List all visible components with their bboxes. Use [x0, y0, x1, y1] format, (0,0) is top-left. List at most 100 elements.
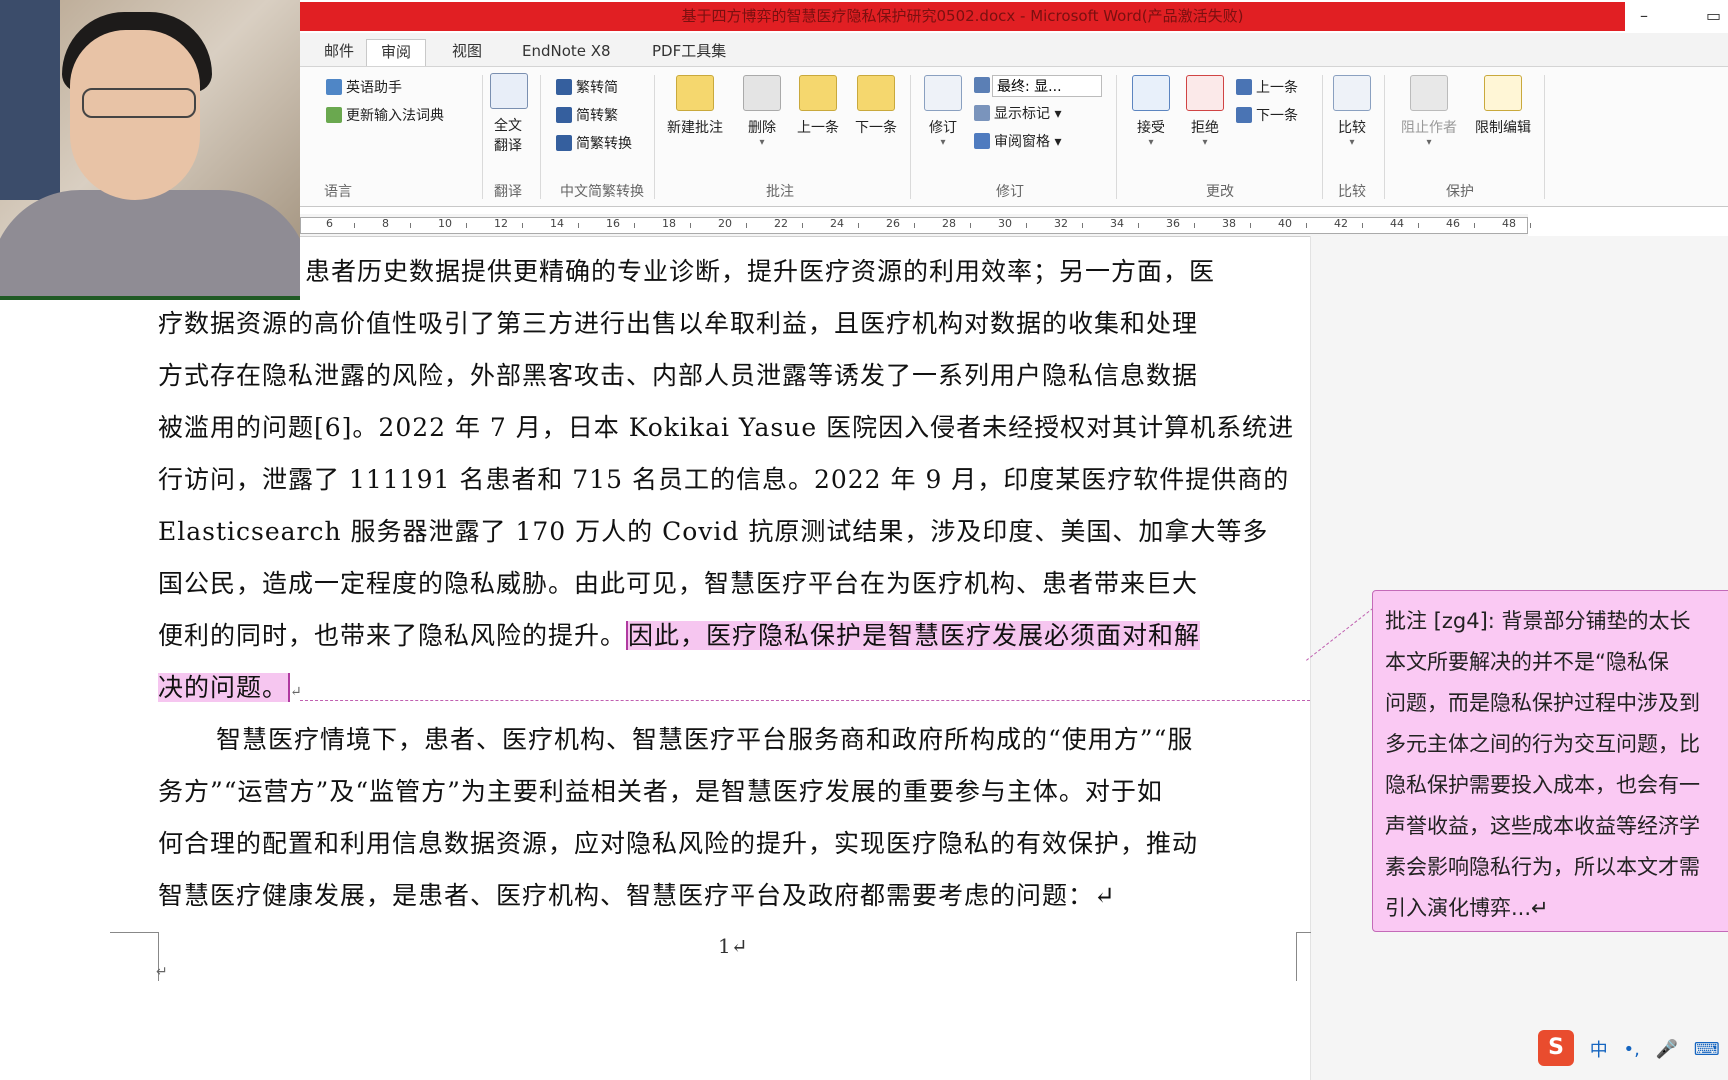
ruler-tick — [354, 223, 355, 228]
ruler-tick — [1250, 223, 1251, 228]
ruler-number: 16 — [606, 217, 620, 230]
english-assistant-button[interactable]: 英语助手 — [326, 77, 402, 99]
ruler-tick — [1026, 223, 1027, 228]
ruler-number: 42 — [1334, 217, 1348, 230]
update-ime-dictionary-button[interactable]: 更新输入法词典 — [326, 105, 444, 127]
comment-anchor-line — [300, 700, 1310, 701]
simplified-to-traditional-icon — [556, 107, 572, 123]
body-line: 方式存在隐私泄露的风险，外部黑客攻击、内部人员泄露等诱发了一系列用户隐私信息数据 — [158, 361, 1199, 390]
block-authors-icon — [1410, 75, 1448, 111]
ruler-tick — [1306, 223, 1307, 228]
ruler-tick — [858, 223, 859, 228]
ruler-tick — [1082, 223, 1083, 228]
display-for-review-select[interactable]: 最终: 显... — [992, 75, 1102, 97]
keyboard-icon[interactable]: ⌨ — [1694, 1039, 1720, 1060]
horizontal-ruler[interactable]: 6 8 10 12 14 16 18 20 22 24 26 28 30 32 34 36 38 40 42 44 46… — [300, 214, 1531, 237]
ruler-tick — [802, 223, 803, 228]
body-line: 患者历史数据提供更精确的专业诊断，提升医疗资源的利用效率；另一方面，医 — [305, 257, 1216, 286]
group-separator — [540, 75, 541, 199]
ruler-number: 34 — [1110, 217, 1124, 230]
comment-line: 问题，而是隐私保护过程中涉及到 — [1385, 691, 1700, 715]
body-line: 决的问题。 ↵ — [158, 668, 1288, 704]
ruler-number: 6 — [326, 217, 333, 230]
tab-endnote[interactable]: EndNote X8 — [508, 39, 625, 66]
ruler-number: 28 — [942, 217, 956, 230]
ruler-number: 48 — [1502, 217, 1516, 230]
next-comment-button[interactable]: 下一条 — [850, 75, 902, 137]
translate-icon — [490, 73, 528, 109]
simplified-to-traditional-button[interactable]: 简转繁 — [556, 105, 618, 127]
ruler-tick — [1418, 223, 1419, 228]
markup-toggle-icon[interactable] — [974, 75, 994, 97]
block-authors-button[interactable]: 阻止作者 ▾ — [1394, 75, 1464, 149]
accept-change-button[interactable]: 接受 ▾ — [1128, 75, 1174, 149]
minimize-button[interactable]: – — [1640, 6, 1648, 25]
sogou-logo-icon[interactable]: S — [1538, 1030, 1574, 1066]
ruler-tick — [690, 223, 691, 228]
next-change-button[interactable]: 下一条 — [1236, 105, 1298, 127]
delete-comment-button[interactable]: 删除 ▾ — [740, 75, 784, 149]
group-separator — [654, 75, 655, 199]
presenter-glasses — [82, 88, 196, 118]
ruler-number: 20 — [718, 217, 732, 230]
previous-comment-button[interactable]: 上一条 — [792, 75, 844, 137]
show-markup-button[interactable]: 显示标记 ▾ — [974, 103, 1061, 125]
commented-text[interactable]: 决的问题。 — [158, 673, 291, 702]
ruler-number: 14 — [550, 217, 564, 230]
chevron-down-icon: ▾ — [759, 137, 765, 148]
ruler-tick — [578, 223, 579, 228]
restore-button[interactable]: ▭ — [1706, 6, 1721, 25]
restrict-editing-button[interactable]: 限制编辑 — [1468, 75, 1538, 137]
tab-mailings[interactable]: 邮件 — [310, 39, 368, 66]
ruler-number: 40 — [1278, 217, 1292, 230]
review-pane-button[interactable]: 审阅窗格 ▾ — [974, 131, 1061, 153]
tab-view[interactable]: 视图 — [438, 39, 496, 66]
body-line: 国公民，造成一定程度的隐私威胁。由此可见，智慧医疗平台在为医疗机构、患者带来巨大 — [158, 569, 1199, 598]
track-changes-button[interactable]: 修订 ▾ — [920, 75, 966, 149]
chevron-down-icon: ▾ — [1148, 137, 1154, 148]
compare-button[interactable]: 比较 ▾ — [1332, 75, 1372, 149]
body-line: 智慧医疗健康发展，是患者、医疗机构、智慧医疗平台及政府都需要考虑的问题：↵ — [158, 881, 1116, 910]
chevron-down-icon: ▾ — [1202, 137, 1208, 148]
chinese-conversion-button[interactable]: 简繁转换 — [556, 133, 632, 155]
comment-balloon[interactable]: 批注 [zg4]: 背景部分铺垫的太长 本文所要解决的并不是“隐私保 问题，而是… — [1372, 590, 1728, 932]
comment-line: 本文所要解决的并不是“隐私保 — [1385, 650, 1669, 674]
ruler-number: 8 — [382, 217, 389, 230]
group-separator — [482, 75, 483, 199]
ruler-tick — [522, 223, 523, 228]
page-corner-mark — [110, 932, 159, 981]
tab-review[interactable]: 审阅 — [366, 39, 427, 66]
group-label-language: 语言 — [324, 184, 352, 200]
ruler-tick — [1138, 223, 1139, 228]
review-pane-icon — [974, 133, 990, 149]
comment-line: 隐私保护需要投入成本，也会有一 — [1385, 773, 1700, 797]
group-label-translate: 翻译 — [494, 184, 522, 200]
ruler-number: 36 — [1166, 217, 1180, 230]
ime-mode-toggle[interactable]: 中 — [1590, 1036, 1608, 1062]
next-comment-icon — [857, 75, 895, 111]
page-corner-mark — [1296, 932, 1311, 981]
full-translate-button[interactable]: 全文 翻译 — [490, 73, 528, 155]
ruler-number: 10 — [438, 217, 452, 230]
accept-icon — [1132, 75, 1170, 111]
group-separator — [1116, 75, 1117, 199]
traditional-to-simplified-button[interactable]: 繁转简 — [556, 77, 618, 99]
new-comment-button[interactable]: 新建批注 — [662, 75, 728, 137]
tab-pdf-tools[interactable]: PDF工具集 — [638, 39, 740, 66]
dictionary-icon — [326, 107, 342, 123]
commented-text[interactable]: 因此，医疗隐私保护是智慧医疗发展必须面对和解 — [626, 621, 1201, 650]
page-number: 1↵ — [718, 934, 748, 958]
ruler-tick — [746, 223, 747, 228]
ruler-tick — [1474, 223, 1475, 228]
comment-line: 批注 [zg4]: 背景部分铺垫的太长 — [1385, 609, 1691, 633]
ruler-tick — [1194, 223, 1195, 228]
punctuation-toggle[interactable]: •, — [1623, 1039, 1639, 1060]
ruler-number: 26 — [886, 217, 900, 230]
traditional-to-simplified-icon — [556, 79, 572, 95]
previous-change-button[interactable]: 上一条 — [1236, 77, 1298, 99]
microphone-icon[interactable]: 🎤 — [1656, 1039, 1678, 1060]
ruler-number: 22 — [774, 217, 788, 230]
comment-line: 多元主体之间的行为交互问题，比 — [1385, 732, 1700, 756]
reject-change-button[interactable]: 拒绝 ▾ — [1182, 75, 1228, 149]
group-label-protect: 保护 — [1446, 184, 1474, 200]
